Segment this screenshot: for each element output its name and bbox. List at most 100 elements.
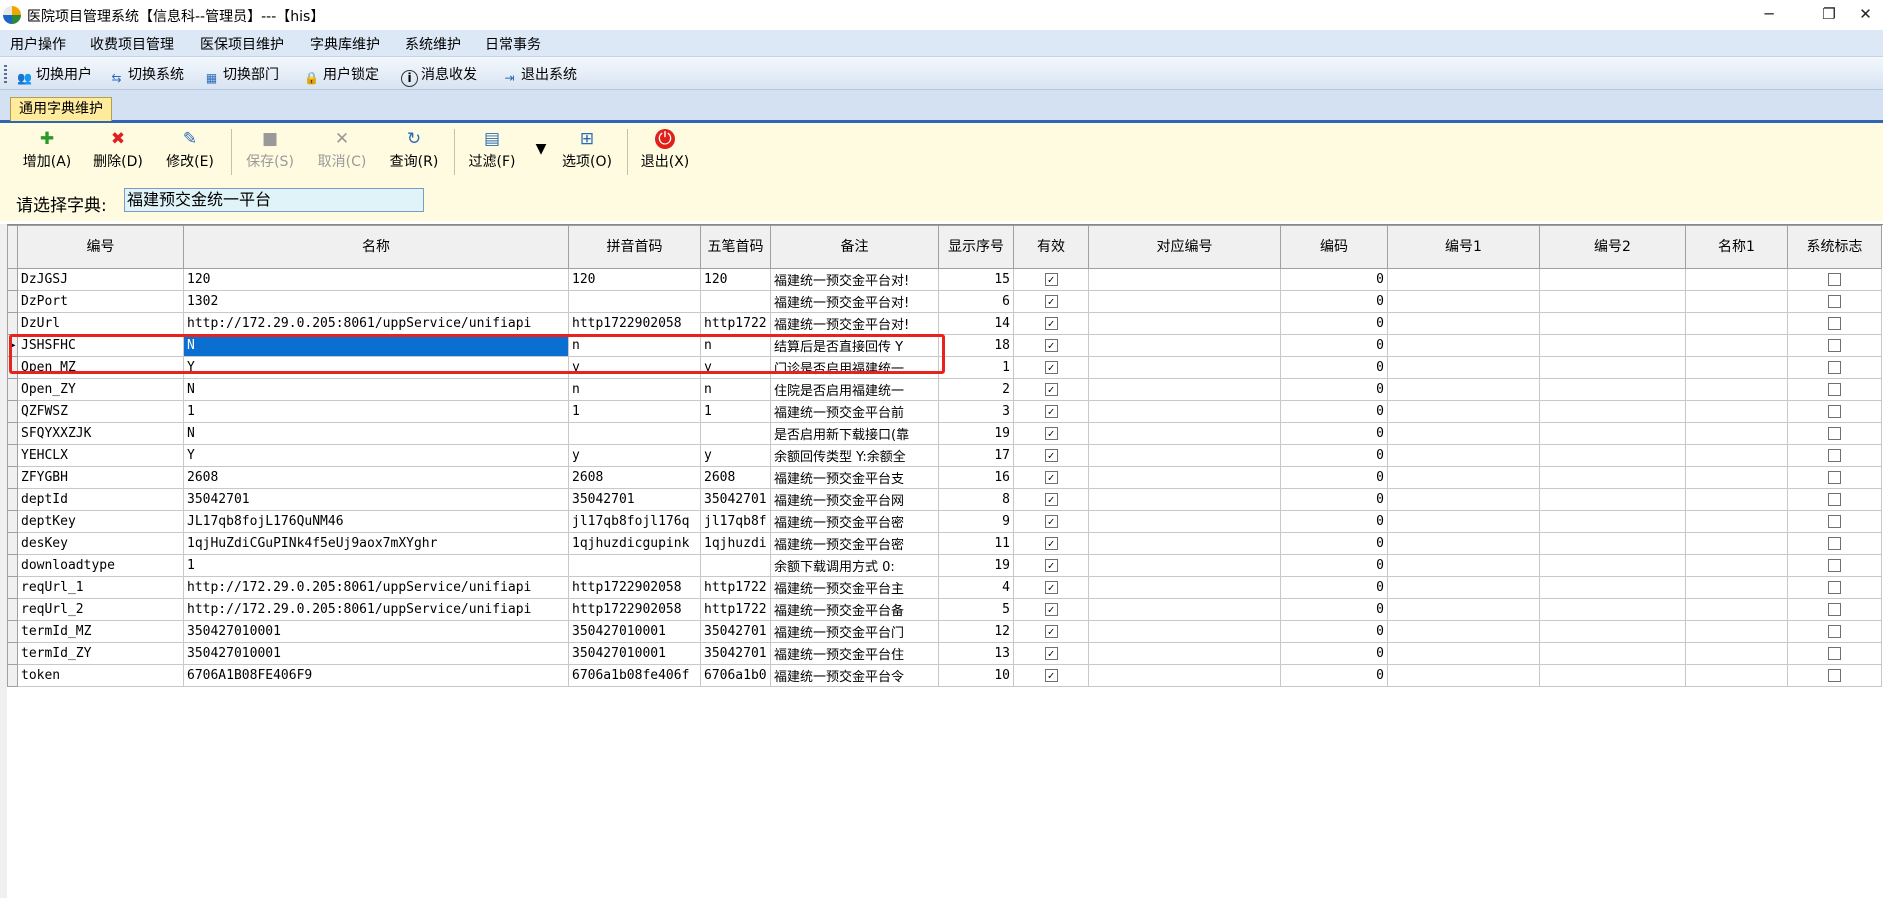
row-indicator[interactable]: [7, 422, 18, 445]
cell-valid[interactable]: ✓: [1013, 620, 1089, 643]
cell-wb[interactable]: [700, 554, 771, 577]
cell-memo[interactable]: 福建统一预交金平台令: [770, 664, 939, 687]
cell-n1[interactable]: [1387, 488, 1540, 511]
cell-py[interactable]: y: [568, 356, 701, 379]
cell-n1[interactable]: [1387, 444, 1540, 467]
cell-dy[interactable]: [1088, 576, 1281, 599]
cell-memo[interactable]: 福建统一预交金平台住: [770, 642, 939, 665]
cell-memo[interactable]: 余额下载调用方式 0:: [770, 554, 939, 577]
cell-py[interactable]: 35042701: [568, 488, 701, 511]
cell-py[interactable]: [568, 554, 701, 577]
cell-valid[interactable]: ✓: [1013, 642, 1089, 665]
cell-mc1[interactable]: [1685, 444, 1788, 467]
cell-bm[interactable]: 0: [1280, 664, 1388, 687]
cell-name[interactable]: N: [183, 334, 569, 357]
cell-dy[interactable]: [1088, 532, 1281, 555]
cell-bm[interactable]: 0: [1280, 554, 1388, 577]
cell-memo[interactable]: 福建统一预交金平台对!: [770, 312, 939, 335]
cell-n1[interactable]: [1387, 620, 1540, 643]
row-indicator[interactable]: [7, 554, 18, 577]
table-row[interactable]: YEHCLX Yy y 余额回传类型 Y:余额全 17 ✓ 0: [7, 444, 1882, 467]
cell-seq[interactable]: 15: [938, 268, 1014, 291]
cell-seq[interactable]: 8: [938, 488, 1014, 511]
checkbox[interactable]: [1828, 669, 1841, 682]
table-row[interactable]: SFQYXXZJK N 是否启用新下载接口(靠 19 ✓ 0: [7, 422, 1882, 445]
cell-mc1[interactable]: [1685, 554, 1788, 577]
checkbox[interactable]: ✓: [1044, 317, 1058, 330]
cell-n1[interactable]: [1387, 356, 1540, 379]
cell-bm[interactable]: 0: [1280, 466, 1388, 489]
cell-dy[interactable]: [1088, 378, 1281, 401]
cell-system-flag[interactable]: [1787, 532, 1882, 555]
cell-system-flag[interactable]: [1787, 510, 1882, 533]
cell-bm[interactable]: 0: [1280, 444, 1388, 467]
cell-seq[interactable]: 19: [938, 422, 1014, 445]
cell-n2[interactable]: [1539, 598, 1686, 621]
cell-n2[interactable]: [1539, 664, 1686, 687]
cell-code[interactable]: termId_MZ: [17, 620, 184, 643]
cell-n2[interactable]: [1539, 554, 1686, 577]
cell-bm[interactable]: 0: [1280, 510, 1388, 533]
cell-wb[interactable]: 35042701: [700, 488, 771, 511]
cell-bm[interactable]: 0: [1280, 488, 1388, 511]
cell-n2[interactable]: [1539, 444, 1686, 467]
checkbox[interactable]: [1828, 361, 1841, 374]
cell-mc1[interactable]: [1685, 598, 1788, 621]
cell-name[interactable]: 120: [183, 268, 569, 291]
cell-seq[interactable]: 16: [938, 466, 1014, 489]
cell-seq[interactable]: 9: [938, 510, 1014, 533]
column-header[interactable]: 名称1: [1685, 225, 1788, 269]
switch-department-button[interactable]: ▦ 切换部门: [203, 64, 279, 85]
cell-system-flag[interactable]: [1787, 620, 1882, 643]
cell-n2[interactable]: [1539, 532, 1686, 555]
save-button[interactable]: ■ 保存(S): [240, 129, 300, 171]
cell-seq[interactable]: 10: [938, 664, 1014, 687]
checkbox[interactable]: ✓: [1044, 669, 1058, 682]
cell-mc1[interactable]: [1685, 664, 1788, 687]
cell-memo[interactable]: 福建统一预交金平台密: [770, 510, 939, 533]
row-indicator[interactable]: [7, 356, 18, 379]
table-row[interactable]: downloadtype 1 余额下载调用方式 0: 19 ✓ 0: [7, 554, 1882, 577]
cell-name[interactable]: 350427010001: [183, 642, 569, 665]
cell-n1[interactable]: [1387, 378, 1540, 401]
column-header[interactable]: 显示序号: [938, 225, 1014, 269]
row-indicator[interactable]: [7, 312, 18, 335]
cell-dy[interactable]: [1088, 268, 1281, 291]
menu-system-maintenance[interactable]: 系统维护: [405, 34, 461, 54]
table-row[interactable]: QZFWSZ 1 1 1 福建统一预交金平台前 3 ✓ 0: [7, 400, 1882, 423]
delete-button[interactable]: ✖ 删除(D): [88, 129, 148, 171]
cell-code[interactable]: QZFWSZ: [17, 400, 184, 423]
cell-bm[interactable]: 0: [1280, 620, 1388, 643]
column-header[interactable]: 拼音首码: [568, 225, 701, 269]
row-indicator[interactable]: [7, 268, 18, 291]
cell-code[interactable]: ZFYGBH: [17, 466, 184, 489]
column-header[interactable]: 五笔首码: [700, 225, 771, 269]
table-row[interactable]: deptId 35042701 35042701 35042701 福建统一预交金平台网…: [7, 488, 1882, 511]
cell-name[interactable]: N: [183, 422, 569, 445]
user-lock-button[interactable]: 🔒 用户锁定: [303, 64, 379, 85]
cell-mc1[interactable]: [1685, 334, 1788, 357]
cell-code[interactable]: token: [17, 664, 184, 687]
cell-n2[interactable]: [1539, 400, 1686, 423]
cell-mc1[interactable]: [1685, 510, 1788, 533]
cell-code[interactable]: Open_ZY: [17, 378, 184, 401]
cell-py[interactable]: 1qjhuzdicgupink: [568, 532, 701, 555]
table-row[interactable]: desKey 1qjHuZdiCGuPINk4f5eUj9aox7mXYghr 1q…: [7, 532, 1882, 555]
cell-n1[interactable]: [1387, 312, 1540, 335]
cell-dy[interactable]: [1088, 598, 1281, 621]
cell-memo[interactable]: 门诊是否启用福建统一: [770, 356, 939, 379]
cell-name[interactable]: JL17qb8fojL176QuNM46: [183, 510, 569, 533]
column-header[interactable]: 有效: [1013, 225, 1089, 269]
cell-valid[interactable]: ✓: [1013, 576, 1089, 599]
cell-system-flag[interactable]: [1787, 444, 1882, 467]
row-indicator[interactable]: [7, 642, 18, 665]
cell-py[interactable]: n: [568, 334, 701, 357]
cell-valid[interactable]: ✓: [1013, 532, 1089, 555]
cell-valid[interactable]: ✓: [1013, 400, 1089, 423]
exit-button[interactable]: ⏻ 退出(X): [634, 129, 696, 171]
cell-mc1[interactable]: [1685, 466, 1788, 489]
row-indicator[interactable]: [7, 620, 18, 643]
row-indicator[interactable]: [7, 378, 18, 401]
cell-n1[interactable]: [1387, 576, 1540, 599]
cell-py[interactable]: y: [568, 444, 701, 467]
